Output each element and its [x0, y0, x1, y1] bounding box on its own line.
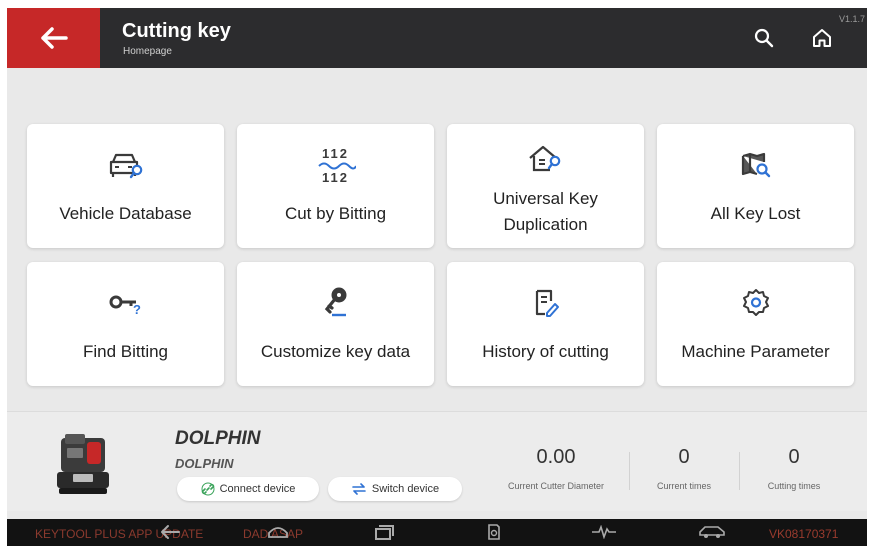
stat-label: Current Cutter Diameter	[507, 481, 605, 491]
system-navbar: KEYTOOL PLUS APP UPDATE DAD ASAP VK08170…	[7, 519, 867, 546]
document-edit-icon	[447, 288, 644, 318]
link-icon	[201, 482, 215, 496]
device-image	[51, 430, 115, 498]
tile-label: All Key Lost	[710, 204, 801, 223]
search-button[interactable]	[752, 26, 776, 50]
tile-label: Customize key data	[260, 342, 411, 361]
tile-universal-key-duplication[interactable]: Universal Key Duplication	[447, 124, 644, 248]
tile-vehicle-database[interactable]: Vehicle Database	[27, 124, 224, 248]
connect-device-button[interactable]: Connect device	[177, 477, 319, 501]
car-top-icon[interactable]	[263, 521, 293, 543]
arrow-left-icon	[40, 27, 68, 49]
stat-value: 0	[788, 446, 800, 468]
switch-device-button[interactable]: Switch device	[328, 477, 462, 501]
tile-find-bitting[interactable]: ? Find Bitting	[27, 262, 224, 386]
stat-label: Cutting times	[767, 481, 821, 491]
bitting-icon-text-top: 112	[322, 146, 349, 161]
key-edit-icon	[237, 287, 434, 318]
stat-value: 0	[678, 446, 690, 468]
tile-label: Find Bitting	[82, 342, 169, 361]
switch-device-label: Switch device	[371, 483, 440, 495]
tile-label: Cut by Bitting	[284, 204, 387, 223]
tile-machine-parameter[interactable]: Machine Parameter	[657, 262, 854, 386]
recent-apps-icon[interactable]	[371, 521, 397, 543]
tile-all-key-lost[interactable]: All Key Lost	[657, 124, 854, 248]
stat-cutter-diameter: 0.00 Current Cutter Diameter	[497, 446, 615, 491]
svg-text:?: ?	[133, 302, 141, 317]
tile-cut-by-bitting[interactable]: 112 112 Cut by Bitting	[237, 124, 434, 248]
tile-label: Machine Parameter	[681, 342, 830, 361]
tile-history-of-cutting[interactable]: History of cutting	[447, 262, 644, 386]
serial-number: VK08170371	[769, 527, 839, 541]
stat-divider	[739, 452, 740, 490]
stat-value: 0.00	[536, 446, 576, 468]
back-button[interactable]	[7, 8, 100, 68]
page-title: Cutting key	[122, 20, 231, 42]
car-side-icon[interactable]	[695, 521, 729, 543]
stat-cutting-times: 0 Cutting times	[753, 446, 835, 491]
house-key-search-icon	[447, 144, 644, 174]
device-model: DOLPHIN	[175, 456, 234, 471]
stat-divider	[629, 452, 630, 490]
device-name: DOLPHIN	[175, 428, 261, 449]
car-search-icon	[27, 150, 224, 180]
bitting-icon-text-bottom: 112	[322, 170, 349, 185]
home-icon	[813, 29, 831, 47]
tile-label: Universal Key Duplication	[493, 189, 598, 234]
connect-device-label: Connect device	[219, 483, 296, 495]
search-icon	[754, 28, 774, 48]
device-panel: DOLPHIN DOLPHIN Connect device Switch de…	[7, 411, 867, 511]
app-header: Cutting key Homepage V1.1.7	[7, 8, 867, 68]
document-search-icon[interactable]	[483, 521, 505, 543]
bitting-icon: 112 112	[237, 146, 434, 186]
switch-arrows-icon	[352, 483, 366, 495]
stat-label: Current times	[656, 481, 711, 491]
home-button[interactable]	[810, 26, 834, 50]
key-question-icon: ?	[27, 288, 224, 318]
tile-label: History of cutting	[482, 342, 609, 361]
version-label: V1.1.7	[838, 14, 865, 24]
stat-current-times: 0 Current times	[643, 446, 725, 491]
tile-label: Vehicle Database	[59, 204, 192, 223]
gear-icon	[657, 288, 854, 318]
tile-customize-key-data[interactable]: Customize key data	[237, 262, 434, 386]
map-search-icon	[657, 150, 854, 180]
page-subtitle: Homepage	[123, 46, 172, 57]
pulse-icon[interactable]	[589, 521, 619, 543]
app-screen: Cutting key Homepage V1.1.7 Vehicle Data…	[7, 8, 867, 546]
back-icon[interactable]	[157, 521, 183, 543]
